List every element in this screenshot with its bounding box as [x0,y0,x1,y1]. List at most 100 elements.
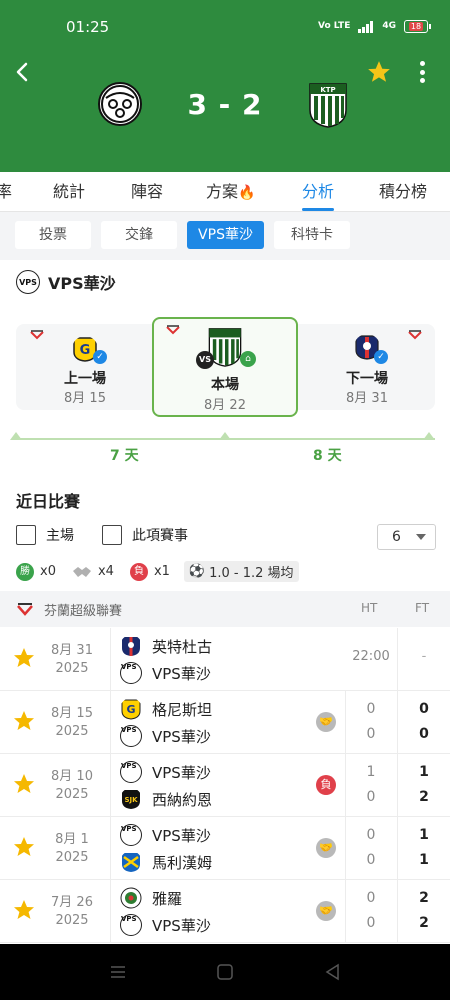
ft-away-score: 2 [419,789,429,805]
verified-icon: ✓ [93,350,107,364]
ht-away-score: 0 [366,789,376,805]
filter-home-checkbox[interactable]: 主場 [16,525,74,545]
ft-placeholder: - [421,649,427,664]
ktp-crest-icon: KTP [309,83,347,128]
home-button-icon[interactable] [215,962,235,982]
ht-column-header: HT [361,601,378,615]
recent-matches-title: 近日比賽 [16,492,81,511]
ht-away-score: 0 [366,726,376,742]
previous-match-card[interactable]: G ✓ 上一場 8月 15 [30,328,140,408]
loss-result-icon: 負 [316,775,336,795]
filter-competition-checkbox[interactable]: 此項賽事 [102,525,188,545]
home-team-name: VPS華沙 [152,763,211,782]
tab-odds[interactable]: 率 [0,172,12,212]
subtab-h2h[interactable]: 交鋒 [101,221,177,249]
back-triangle-icon[interactable] [322,962,342,982]
loss-count: x1 [153,564,170,579]
ft-away-score: 0 [419,726,429,742]
ht-home-score: 0 [366,827,376,843]
away-team: VPS VPS華沙 [120,914,211,936]
match-row[interactable]: 8月 15 2025 G 格尼斯坦 VPS VPS華沙 🤝 0 0 0 0 [0,691,450,754]
away-team: 馬利漢姆 [120,851,212,873]
ft-home-score: 1 [419,764,429,780]
ft-column-header: FT [415,601,430,615]
away-team-name: VPS華沙 [152,664,211,683]
menu-icon[interactable] [108,962,128,982]
home-team: G 格尼斯坦 [120,698,212,720]
match-row[interactable]: 8月 1 2025 VPS VPS華沙 馬利漢姆 🤝 0 0 1 1 [0,817,450,880]
star-icon[interactable] [12,835,36,859]
caret-down-icon [416,534,426,540]
next-match-label: 下一場 [346,371,388,387]
vps-crest-icon [101,85,139,123]
home-team-name: 格尼斯坦 [152,700,213,719]
away-team: SJK 西納約恩 [120,788,212,810]
current-match-label: 本場 [211,377,239,393]
match-row[interactable]: 7月 26 2025 雅羅 VPS VPS華沙 🤝 0 0 2 2 [0,880,450,943]
away-team-name: VPS華沙 [152,916,211,935]
star-icon[interactable] [12,898,36,922]
back-button[interactable] [10,58,34,86]
match-row[interactable]: 8月 10 2025 VPS VPS華沙 SJK 西納約恩 負 1 0 1 2 [0,754,450,817]
star-icon[interactable] [12,646,36,670]
team-section-title: VPS VPS華沙 [16,270,116,294]
vps-crest-icon: VPS [120,914,142,936]
current-match-card[interactable]: VS ⌂ 本場 8月 22 [152,317,298,417]
match-header: 01:25 Vo LTE 4G 18 3 - 2 KTP [0,0,450,172]
tab-lineup[interactable]: 陣容 [131,172,163,212]
away-team-logo[interactable]: KTP [308,82,348,128]
subtab-vote[interactable]: 投票 [15,221,91,249]
favorite-button[interactable] [366,59,392,85]
goals-average: ⚽ 1.0 - 1.2 場均 [183,561,299,582]
draw-result-icon: 🤝 [316,901,336,921]
star-icon[interactable] [12,709,36,733]
volte-indicator: Vo LTE [318,21,351,31]
match-count-select[interactable]: 6 [377,524,436,550]
match-date: 7月 26 2025 [51,895,93,928]
vps-crest-icon: VPS [120,662,142,684]
tab-stats[interactable]: 統計 [53,172,85,212]
home-team-name: VPS華沙 [152,826,211,845]
match-date: 8月 15 2025 [51,706,93,739]
previous-match-date: 8月 15 [64,391,106,406]
jaro-crest-icon [120,887,142,909]
battery-level: 18 [408,22,424,31]
home-team: 英特杜古 [120,635,212,657]
away-team: VPS VPS華沙 [120,662,211,684]
ft-home-score: 0 [419,701,429,717]
draw-result-icon: 🤝 [316,838,336,858]
draw-result-icon: 🤝 [316,712,336,732]
filter-competition-label: 此項賽事 [132,528,188,544]
checkbox-icon [102,525,122,545]
tab-standings[interactable]: 積分榜 [379,172,427,212]
fire-icon: 🔥 [238,185,256,201]
away-team-name: 馬利漢姆 [152,853,213,872]
match-row[interactable]: 8月 31 2025 英特杜古 VPS VPS華沙 22:00 - [0,628,450,691]
current-match-date: 8月 22 [204,398,246,413]
more-options-button[interactable] [413,59,431,85]
home-team: 雅羅 [120,887,182,909]
status-bar: 01:25 Vo LTE 4G 18 [0,0,450,56]
next-match-card[interactable]: ✓ 下一場 8月 31 [310,328,430,408]
away-team: VPS VPS華沙 [120,725,211,747]
match-tabs: 率 統計 陣容 方案🔥 分析 積分榜 [0,172,450,212]
inter-turku-crest-icon [122,637,140,656]
battery-icon: 18 [404,20,431,33]
system-navigation-bar [0,944,450,1000]
draw-count: x4 [97,564,114,579]
tab-plans[interactable]: 方案🔥 [206,172,255,212]
chevron-left-icon [16,62,28,82]
tab-active-indicator [302,208,334,211]
verified-icon: ✓ [374,350,388,364]
vps-crest-icon: VPS [16,270,40,294]
subtab-home-team[interactable]: VPS華沙 [187,221,264,249]
next-match-date: 8月 31 [346,391,388,406]
star-icon[interactable] [12,772,36,796]
home-team-logo[interactable] [98,82,142,126]
ft-home-score: 1 [419,827,429,843]
subtab-away-team[interactable]: 科特卡 [274,221,350,249]
match-date: 8月 1 2025 [55,832,89,865]
tab-analysis[interactable]: 分析 [302,172,334,212]
svg-text:G: G [80,343,91,358]
league-header: 芬蘭超級聯賽 HT FT [0,591,450,627]
